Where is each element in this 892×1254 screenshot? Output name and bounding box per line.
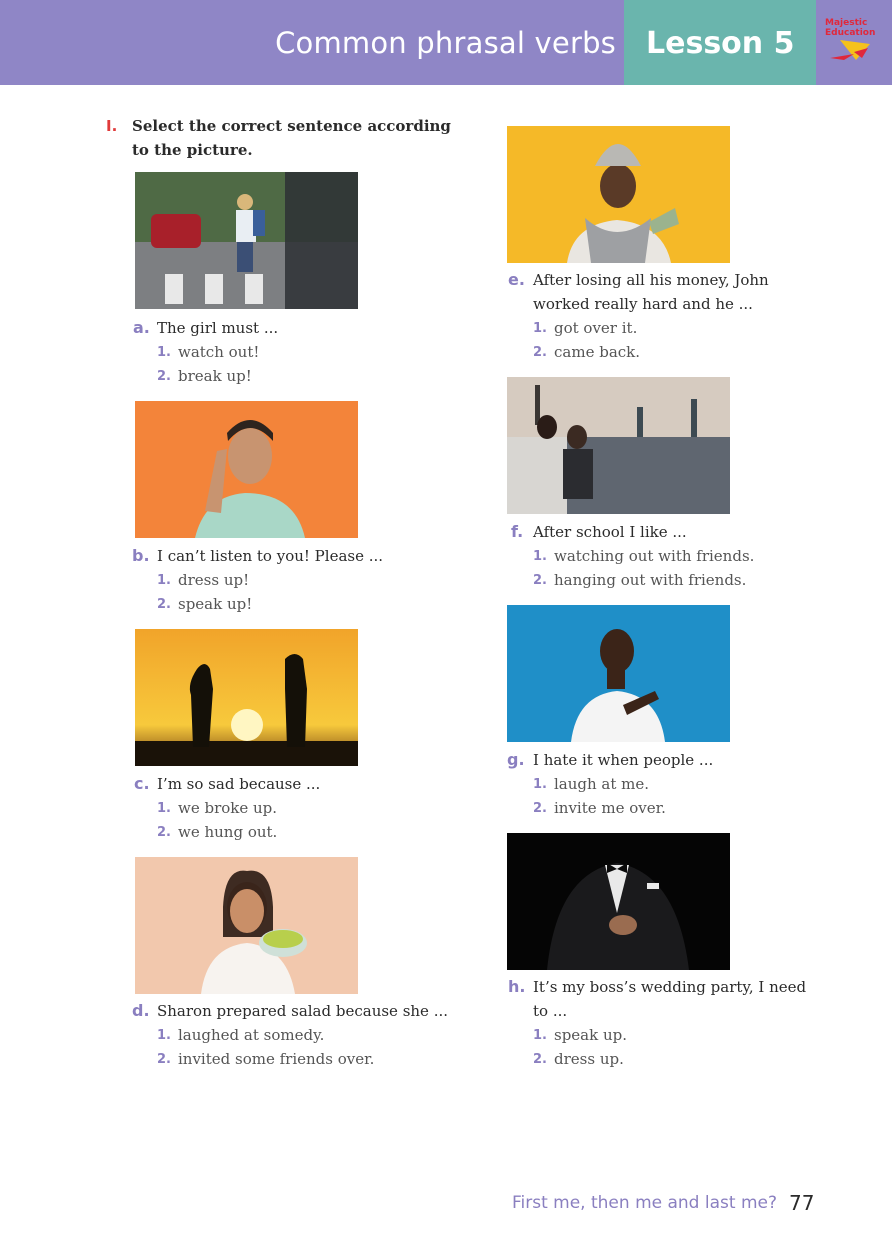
- option-text[interactable]: got over it.: [554, 316, 637, 340]
- question-text: The girl must ...: [157, 319, 279, 337]
- question-letter: c.: [134, 774, 150, 793]
- photo-friends-by-river: [507, 377, 730, 514]
- option-text[interactable]: watch out!: [178, 340, 259, 364]
- option-text[interactable]: hanging out with friends.: [554, 568, 746, 592]
- question-text: I can’t listen to you! Please ...: [157, 547, 384, 565]
- option-number: 1.: [533, 1028, 547, 1043]
- question-letter: h.: [508, 977, 526, 996]
- option-text[interactable]: invite me over.: [554, 796, 666, 820]
- question-text: After losing all his money, John: [533, 271, 769, 289]
- option-number: 2.: [157, 1052, 171, 1067]
- question-text: Sharon prepared salad because she ...: [157, 1002, 449, 1020]
- question-text: It’s my boss’s wedding party, I need: [533, 978, 807, 996]
- option-text[interactable]: laughed at somedy.: [178, 1023, 324, 1047]
- exercise-number: I.: [106, 117, 118, 135]
- option-number: 1.: [157, 801, 171, 816]
- question-letter: b.: [132, 546, 150, 565]
- question-text: I’m so sad because ...: [157, 775, 321, 793]
- question-letter: d.: [132, 1001, 150, 1020]
- option-number: 1.: [157, 1028, 171, 1043]
- option-text[interactable]: we broke up.: [178, 796, 277, 820]
- lesson-label: Lesson 5: [646, 26, 795, 61]
- page-number: 77: [789, 1191, 815, 1215]
- photo-man-laughing-pointing: [507, 605, 730, 742]
- option-number: 1.: [157, 345, 171, 360]
- option-text[interactable]: dress up!: [178, 568, 249, 592]
- photo-man-hand-to-ear: [135, 401, 358, 538]
- question-letter: f.: [511, 522, 524, 541]
- photo-man-holding-money: [507, 126, 730, 263]
- option-number: 2.: [533, 801, 547, 816]
- exercise-instruction: Select the correct sentence according to…: [132, 117, 451, 159]
- question-letter: e.: [508, 270, 525, 289]
- question-text: to ...: [533, 1002, 568, 1020]
- lesson-badge: Lesson 5: [624, 0, 816, 85]
- option-text[interactable]: break up!: [178, 364, 252, 388]
- footer-tagline: First me, then me and last me?: [511, 1193, 777, 1213]
- option-number: 2.: [157, 597, 171, 612]
- question-text: I hate it when people ...: [533, 751, 714, 769]
- option-text[interactable]: laugh at me.: [554, 772, 649, 796]
- photo-woman-with-salad: [135, 857, 358, 994]
- option-text[interactable]: watching out with friends.: [554, 544, 754, 568]
- photo-man-in-tuxedo: [507, 833, 730, 970]
- option-number: 1.: [533, 549, 547, 564]
- option-number: 1.: [533, 321, 547, 336]
- option-text[interactable]: speak up.: [554, 1023, 627, 1047]
- logo-star-icon: [830, 40, 870, 60]
- photo-couple-silhouette-sunset: [135, 629, 358, 766]
- publisher-logo: Majestic Education: [816, 0, 892, 85]
- question-text: worked really hard and he ...: [533, 295, 753, 313]
- question-text: After school I like ...: [533, 523, 687, 541]
- option-number: 1.: [157, 573, 171, 588]
- option-number: 2.: [157, 825, 171, 840]
- option-number: 2.: [533, 573, 547, 588]
- question-letter: a.: [133, 318, 150, 337]
- option-number: 1.: [533, 777, 547, 792]
- option-text[interactable]: dress up.: [554, 1047, 624, 1071]
- option-text[interactable]: came back.: [554, 340, 640, 364]
- option-text[interactable]: invited some friends over.: [178, 1047, 374, 1071]
- option-text[interactable]: speak up!: [178, 592, 252, 616]
- question-letter: g.: [507, 750, 525, 769]
- chapter-title: Common phrasal verbs: [275, 26, 616, 60]
- option-text[interactable]: we hung out.: [178, 820, 277, 844]
- photo-girl-crossing-street: [135, 172, 358, 309]
- option-number: 2.: [157, 369, 171, 384]
- option-number: 2.: [533, 345, 547, 360]
- option-number: 2.: [533, 1052, 547, 1067]
